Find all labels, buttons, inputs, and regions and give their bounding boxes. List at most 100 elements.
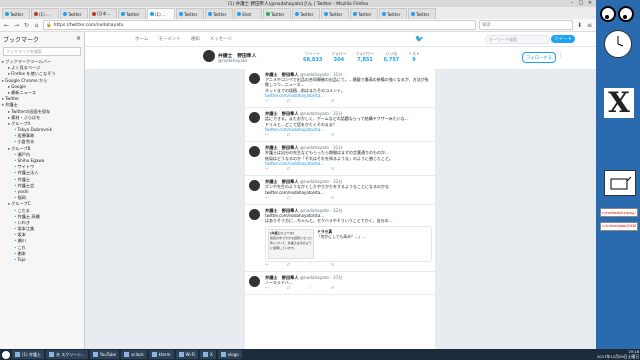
browser-tab[interactable]: Twitter: [176, 8, 204, 19]
home-icon[interactable]: ⌂: [33, 22, 40, 29]
profile-avatar[interactable]: [203, 50, 215, 62]
taskbar-button[interactable]: 夫 スクリーン...: [45, 350, 88, 359]
like-icon[interactable]: ♡: [309, 196, 313, 201]
tweet-avatar[interactable]: [249, 209, 260, 221]
reply-icon[interactable]: ↩: [265, 99, 269, 104]
message-icon[interactable]: ✉: [331, 196, 335, 201]
taskbar-button[interactable]: X: [200, 350, 216, 359]
browser-tab[interactable]: Twitter: [350, 8, 378, 19]
like-icon[interactable]: ♡: [309, 167, 313, 172]
browser-tab[interactable]: Twitter: [118, 8, 146, 19]
tweet[interactable]: 弁護士 野田隼人 @nodahayato · 31分 アニメやコンペで出品の合同開…: [245, 69, 435, 109]
browser-tab[interactable]: (1) ...: [147, 8, 175, 19]
profile-stat[interactable]: リスト 9: [408, 51, 419, 63]
tweet[interactable]: 弁護士 野田隼人 @nodahayato · 37分 ノースライバ… ↩ ⇄ ♡ ✉: [245, 272, 435, 296]
start-menu-icon[interactable]: [2, 350, 10, 359]
minimize-icon[interactable]: –: [569, 1, 575, 6]
profile-handle: @nodahayato: [218, 58, 248, 63]
browser-tab[interactable]: (1) ...: [31, 8, 59, 19]
message-icon[interactable]: ✉: [331, 99, 335, 104]
download-icon[interactable]: ⬇: [576, 22, 583, 29]
tab-label: Twitter: [126, 11, 140, 17]
tweet-button[interactable]: ツイート: [551, 35, 575, 43]
tweet-link[interactable]: twitter.com/nodahayato/sta…: [265, 127, 432, 132]
browser-tab[interactable]: Twitter: [205, 8, 233, 19]
retweet-icon[interactable]: ⇄: [287, 263, 291, 268]
nav-moments[interactable]: モーメント: [158, 36, 180, 42]
browser-tab[interactable]: Twitter: [408, 8, 436, 19]
menu-icon[interactable]: ≡: [586, 22, 593, 29]
quoted-tweet[interactable]: [弁護士ニュース] 報道の中で大きな話題になった件について、弁護士は次のように説明…: [265, 225, 432, 262]
tweet-avatar[interactable]: [249, 146, 260, 158]
tweet-avatar[interactable]: [249, 73, 260, 84]
like-icon[interactable]: ♡: [309, 286, 313, 291]
forward-icon[interactable]: →: [13, 22, 20, 29]
taskbar-button[interactable]: YouTube: [89, 350, 120, 359]
quoted-image[interactable]: [弁護士ニュース] 報道の中で大きな話題になった件について、弁護士は次のように説明…: [268, 228, 314, 259]
browser-tab[interactable]: Twitter: [263, 8, 291, 19]
desktop-path-box-2[interactable]: c:/mirrors/apk/2018年/2018101: [600, 222, 638, 231]
taskbar-button[interactable]: kterm: [148, 350, 174, 359]
profile-stat[interactable]: フォロー 304: [331, 51, 346, 63]
browser-tab[interactable]: Twitter: [292, 8, 320, 19]
browser-tab[interactable]: Twitter: [2, 8, 30, 19]
taskbar-button[interactable]: xlogo: [217, 350, 242, 359]
retweet-icon[interactable]: ⇄: [287, 286, 291, 291]
reply-icon[interactable]: ↩: [265, 196, 269, 201]
tweet-avatar[interactable]: [249, 180, 260, 192]
tweet-avatar[interactable]: [249, 112, 260, 124]
retweet-icon[interactable]: ⇄: [287, 99, 291, 104]
tweet[interactable]: 弁護士 野田隼人 @nodahayato · 32分 ボンや先生のようなかくしたや…: [245, 176, 435, 206]
maximize-icon[interactable]: □: [578, 1, 584, 6]
search-input[interactable]: 検索: [479, 20, 573, 30]
tweet-link[interactable]: twitter.com/nodahayato/sta…: [265, 93, 432, 98]
message-icon[interactable]: ✉: [331, 263, 335, 268]
tweet[interactable]: 弁護士 野田隼人 @nodahayato · 31分 話にできる。またおかしく、ゲ…: [245, 108, 435, 143]
taskbar-button[interactable]: Wi-Fi: [175, 350, 199, 359]
browser-tab[interactable]: Twitter: [321, 8, 349, 19]
bookmark-search-input[interactable]: ブックマークを検索: [3, 47, 81, 56]
url-bar[interactable]: 🔒 https://twitter.com/nodahayato: [43, 20, 476, 30]
profile-stat[interactable]: いいね 6,757: [383, 51, 399, 63]
nav-messages[interactable]: メッセージ: [210, 36, 232, 42]
back-icon[interactable]: ←: [3, 22, 10, 29]
profile-stat[interactable]: フォロワー 7,851: [355, 51, 374, 63]
follow-button[interactable]: フォローする: [522, 52, 556, 63]
more-options-icon[interactable]: ⋮: [558, 52, 564, 59]
tweet-actions: ↩ ⇄ ♡ ✉: [265, 286, 432, 291]
like-icon[interactable]: ♡: [309, 263, 313, 268]
tweet[interactable]: 弁護士 野田隼人 @nodahayato · 32分 twitter.com/no…: [245, 205, 435, 272]
profile-stat[interactable]: ツイート 68,833: [303, 51, 322, 63]
message-icon[interactable]: ✉: [331, 167, 335, 172]
retweet-icon[interactable]: ⇄: [287, 196, 291, 201]
reply-icon[interactable]: ↩: [265, 133, 269, 138]
nav-home[interactable]: ホーム: [135, 36, 148, 42]
browser-tab[interactable]: Twitter: [60, 8, 88, 19]
reply-icon[interactable]: ↩: [265, 286, 269, 291]
browser-tab[interactable]: Twitter: [379, 8, 407, 19]
retweet-icon[interactable]: ⇄: [287, 167, 291, 172]
message-icon[interactable]: ✉: [331, 133, 335, 138]
like-icon[interactable]: ♡: [309, 99, 313, 104]
twitter-bird-icon[interactable]: 🐦: [415, 35, 424, 43]
desktop-path-box-1[interactable]: c:/ned/add/cyrpkg-3kq…: [600, 208, 638, 217]
retweet-icon[interactable]: ⇄: [287, 133, 291, 138]
close-icon[interactable]: ×: [587, 1, 593, 6]
like-icon[interactable]: ♡: [309, 133, 313, 138]
message-icon[interactable]: ✉: [331, 286, 335, 291]
reply-icon[interactable]: ↩: [265, 263, 269, 268]
tweet-avatar[interactable]: [249, 275, 260, 287]
twitter-search-input[interactable]: キーワード検索: [485, 35, 550, 44]
tweet-link[interactable]: twitter.com/nodahayato/sta…: [265, 161, 432, 166]
bookmark-item[interactable]: • Tojo: [0, 257, 84, 263]
taskbar-button[interactable]: xclock: [121, 350, 147, 359]
nav-notifications[interactable]: 通知: [191, 36, 200, 42]
taskbar-clock[interactable]: 19:18 2017年12月09日土曜日: [597, 350, 639, 359]
browser-tab[interactable]: Shot: [234, 8, 262, 19]
taskbar-button[interactable]: (1) 弁護士: [12, 350, 44, 359]
browser-tab[interactable]: [日本...: [89, 8, 117, 19]
sidebar-close-icon[interactable]: ×: [76, 35, 81, 44]
reply-icon[interactable]: ↩: [265, 167, 269, 172]
tweet[interactable]: 弁護士 野田隼人 @nodahayato · 31分 弁護士は自分の先生などもらっ…: [245, 142, 435, 177]
reload-icon[interactable]: ↻: [23, 22, 30, 29]
